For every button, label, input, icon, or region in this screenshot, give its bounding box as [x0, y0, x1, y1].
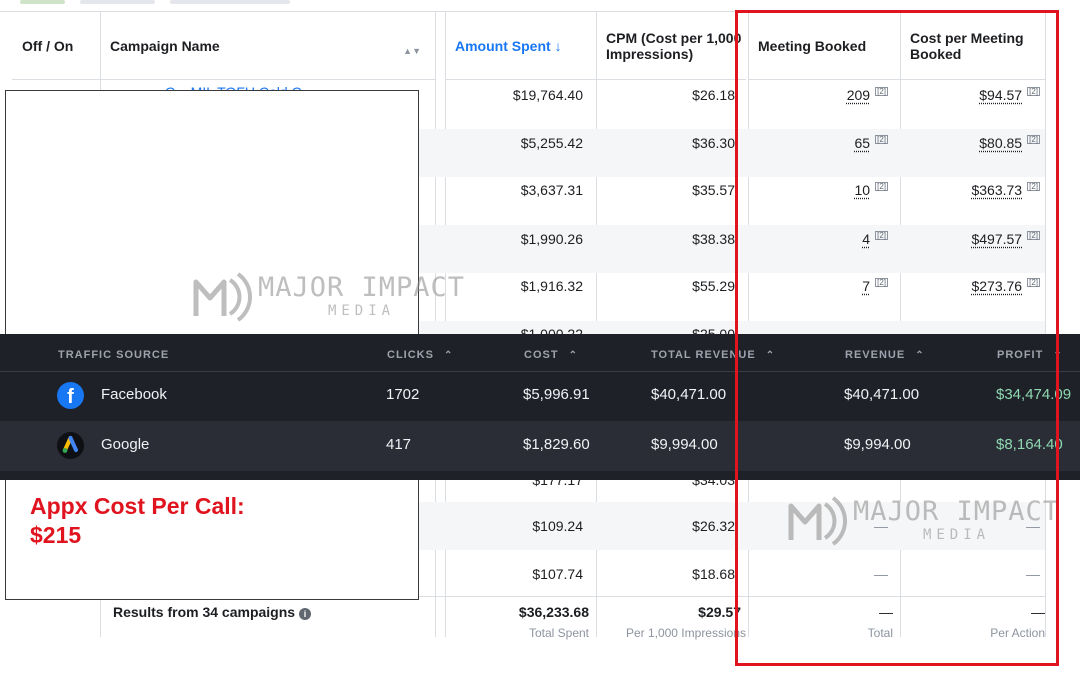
header-amount-spent[interactable]: Amount Spent ↓ — [445, 12, 596, 80]
sort-desc-arrow-icon[interactable]: ↓ — [555, 38, 562, 54]
watermark-logo: MAJOR IMPACT MEDIA — [190, 268, 465, 324]
cpm-cell: $35.57 — [692, 182, 735, 198]
clicks-value: 1702 — [386, 386, 420, 403]
watermark-subtitle: MEDIA — [327, 303, 396, 319]
amount-spent-cell: $1,990.26 — [520, 231, 583, 247]
amount-spent-cell: $109.24 — [532, 518, 583, 534]
total-revenue-value: $40,471.00 — [651, 386, 727, 403]
toolbar-tab[interactable] — [170, 0, 290, 4]
header-campaign-name[interactable]: Campaign Name ▲▼ — [100, 12, 435, 80]
amount-spent-cell: $3,637.31 — [520, 182, 583, 198]
sort-chevron-icon[interactable]: ▲▼ — [403, 43, 421, 59]
sort-caret-icon[interactable]: ⌃ — [569, 350, 578, 361]
amount-spent-cell: $5,255.42 — [520, 135, 583, 151]
results-summary: Results from 34 campaigns i — [113, 604, 312, 620]
facebook-icon: f — [57, 382, 84, 409]
cpm-total-label: Per 1,000 Impressions — [625, 626, 746, 640]
amount-spent-cell: $107.74 — [532, 566, 583, 582]
cost-per-call-annotation: Appx Cost Per Call: $215 — [30, 492, 245, 550]
header-clicks[interactable]: CLICKS ⌃ — [387, 349, 453, 361]
results-label: Results from 34 campaigns — [113, 604, 296, 620]
toolbar-tab[interactable] — [80, 0, 155, 4]
header-cpm[interactable]: CPM (Cost per 1,000 Impressions) — [596, 12, 746, 80]
cpm-cell: $26.32 — [692, 518, 735, 534]
header-label: CPM (Cost per 1,000 Impressions) — [606, 29, 742, 62]
total-spent-label: Total Spent — [528, 626, 589, 640]
cpm-cell: $38.38 — [692, 231, 735, 247]
cpm-cell: $36.30 — [692, 135, 735, 151]
total-spent: $36,233.68 — [518, 604, 589, 620]
header-label: CLICKS — [387, 349, 434, 361]
cost-value: $5,996.91 — [523, 386, 590, 403]
cpm-cell: $18.68 — [692, 566, 735, 582]
annotation-line: Appx Cost Per Call: — [30, 493, 245, 519]
header-label: Campaign Name — [110, 37, 220, 54]
sort-caret-icon[interactable]: ⌃ — [444, 350, 453, 361]
annotation-value: $215 — [30, 522, 82, 548]
cost-value: $1,829.60 — [523, 436, 590, 453]
header-label: Off / On — [22, 37, 74, 54]
header-traffic-source[interactable]: TRAFFIC SOURCE — [58, 349, 169, 361]
clicks-value: 417 — [386, 436, 412, 453]
google-ads-icon — [57, 432, 84, 459]
header-label: COST — [524, 349, 559, 361]
amount-spent-cell: $1,916.32 — [520, 278, 583, 294]
total-revenue-value: $9,994.00 — [651, 436, 718, 453]
major-impact-logo-icon — [193, 272, 252, 322]
header-label: Amount Spent — [455, 37, 551, 54]
cpm-total: $29.57 — [698, 604, 741, 620]
info-icon[interactable]: i — [299, 608, 312, 620]
header-off-on[interactable]: Off / On — [12, 12, 100, 80]
source-name: Facebook — [101, 386, 167, 403]
cpm-cell: $55.29 — [692, 278, 735, 294]
cpm-cell: $26.18 — [692, 87, 735, 103]
toolbar-tab-indicator — [20, 0, 65, 4]
source-name: Google — [101, 436, 150, 453]
watermark-title: MAJOR IMPACT — [258, 272, 466, 303]
amount-spent-cell: $19,764.40 — [512, 87, 583, 103]
header-cost[interactable]: COST ⌃ — [524, 349, 578, 361]
meetings-highlight-box — [735, 10, 1059, 666]
